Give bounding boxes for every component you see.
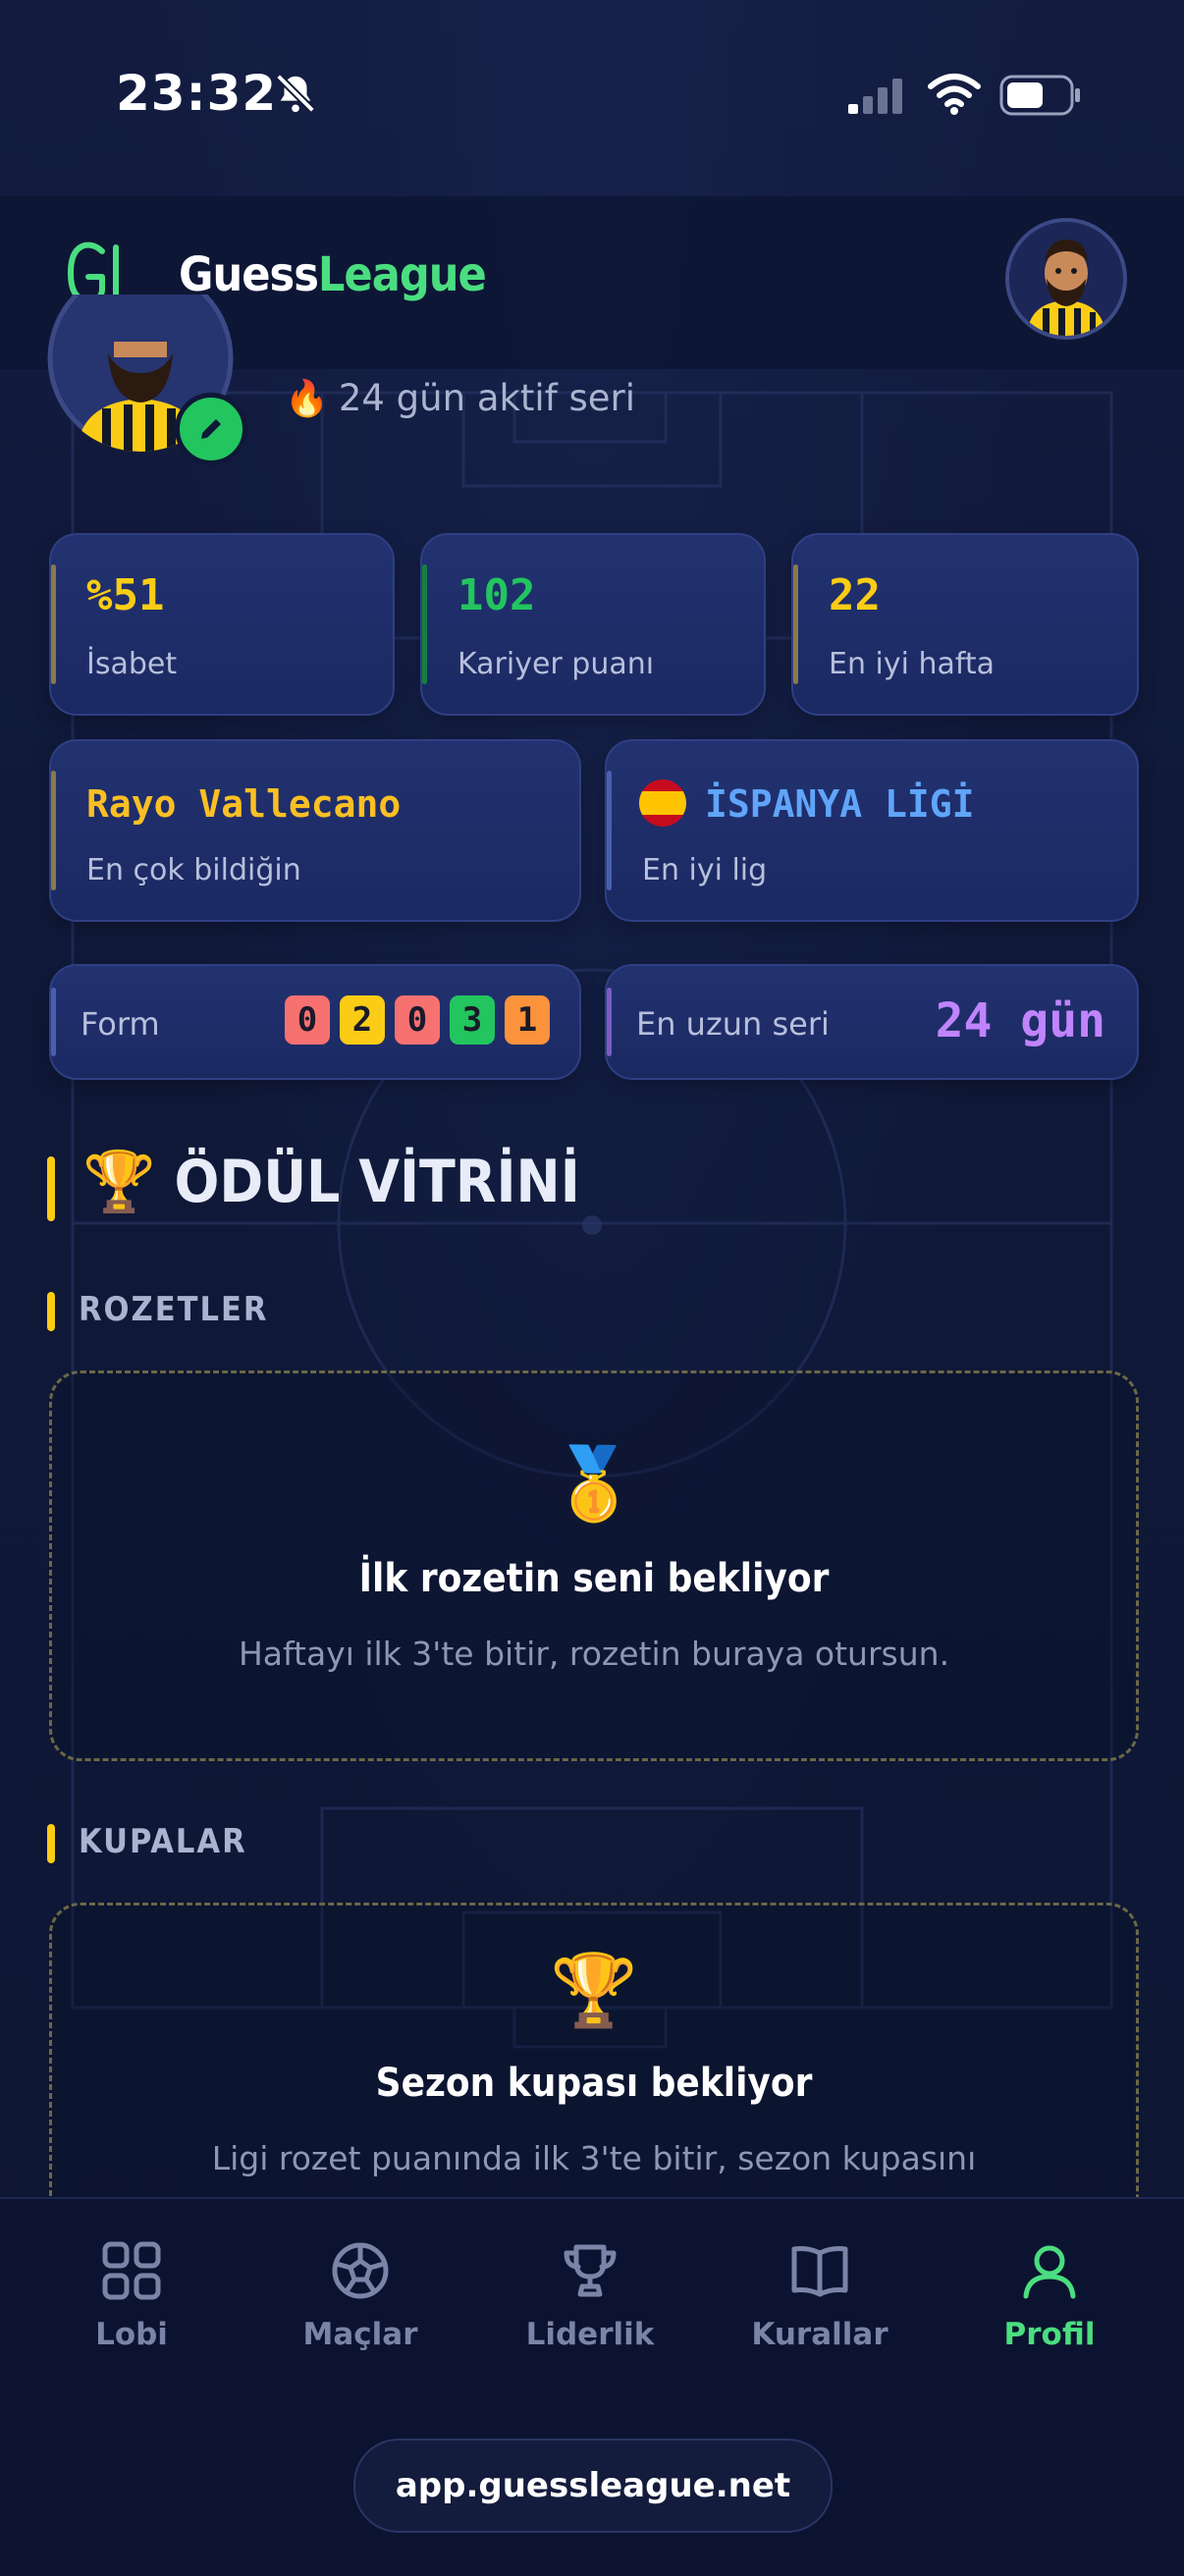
nav-label: Kurallar	[751, 2317, 888, 2352]
trophies-empty-desc: Ligi rozet puanında ilk 3'te bitir, sezo…	[211, 2139, 977, 2177]
brand-league: League	[317, 247, 487, 302]
form-card: Form 02031	[49, 964, 581, 1080]
form-result-chip: 0	[395, 995, 440, 1045]
best-team-label: En çok bildiğin	[86, 853, 301, 887]
card-accent	[51, 771, 56, 890]
spain-flag-icon	[639, 779, 686, 827]
book-icon	[791, 2246, 848, 2297]
stat-label: İsabet	[86, 647, 178, 681]
stat-label: Kariyer puanı	[457, 647, 655, 681]
bell-muted-icon	[276, 74, 315, 113]
best-team-value: Rayo Vallecano	[86, 782, 402, 826]
longest-streak-value: 24 gün	[935, 993, 1105, 1048]
card-accent	[51, 988, 56, 1056]
best-team-card: Rayo Vallecano En çok bildiğin	[49, 739, 581, 922]
best-league-value: İSPANYA LİGİ	[705, 782, 975, 826]
nav-item-lobi[interactable]: Lobi	[58, 2236, 205, 2352]
stat-value: %51	[86, 570, 165, 620]
grid-icon	[102, 2241, 161, 2300]
nav-label: Profil	[1003, 2317, 1096, 2352]
football-icon	[332, 2242, 389, 2299]
stat-value: 102	[457, 570, 536, 620]
status-time: 23:32	[116, 65, 278, 122]
fire-icon: 🔥	[285, 379, 329, 419]
nav-label: Liderlik	[525, 2317, 655, 2352]
best-league-card: İSPANYA LİGİ En iyi lig	[605, 739, 1139, 922]
best-league-label: En iyi lig	[642, 853, 768, 887]
card-accent	[422, 564, 427, 684]
medal-icon: 🥇	[550, 1442, 638, 1525]
badges-empty-desc: Haftayı ilk 3'te bitir, rozetin buraya o…	[238, 1635, 950, 1673]
avatar-illustration	[1009, 222, 1123, 336]
edit-avatar-button[interactable]	[175, 393, 247, 465]
trophy-icon: 🏆	[82, 1148, 156, 1216]
stat-label: En iyi hafta	[829, 647, 996, 681]
streak-text: 24 gün aktif seri	[338, 377, 636, 419]
trophy-outline-icon	[564, 2244, 617, 2297]
form-result-chip: 0	[285, 995, 330, 1045]
nav-item-kurallar[interactable]: Kurallar	[746, 2236, 893, 2352]
badges-empty-state: 🥇 İlk rozetin seni bekliyor Haftayı ilk …	[49, 1370, 1139, 1761]
longest-streak-card: En uzun seri 24 gün	[605, 964, 1139, 1080]
stat-card-best-week: 22 En iyi hafta	[791, 533, 1139, 716]
card-accent	[607, 771, 612, 890]
nav-label: Lobi	[95, 2317, 168, 2352]
wifi-icon	[928, 74, 981, 115]
stat-value: 22	[829, 570, 881, 620]
nav-item-liderlik[interactable]: Liderlik	[516, 2236, 664, 2352]
showcase-title-text: ÖDÜL VİTRİNİ	[174, 1148, 580, 1216]
longest-streak-label: En uzun seri	[636, 1005, 830, 1043]
form-result-chip: 1	[505, 995, 550, 1045]
form-results: 02031	[275, 995, 550, 1045]
stat-card-career-points: 102 Kariyer puanı	[420, 533, 766, 716]
nav-item-profil[interactable]: Profil	[976, 2236, 1123, 2352]
subsection-accent-bar	[47, 1292, 55, 1331]
active-streak: 🔥 24 gün aktif seri	[285, 377, 635, 419]
form-result-chip: 2	[340, 995, 385, 1045]
form-label: Form	[81, 1005, 160, 1043]
stat-card-accuracy: %51 İsabet	[49, 533, 395, 716]
subsection-accent-bar	[47, 1824, 55, 1863]
card-accent	[607, 988, 612, 1056]
section-accent-bar	[47, 1156, 55, 1221]
showcase-title: 🏆 ÖDÜL VİTRİNİ	[82, 1147, 580, 1216]
trophy-cup-icon: 🏆	[550, 1949, 638, 2031]
trophies-empty-title: Sezon kupası bekliyor	[375, 2061, 813, 2106]
status-bar: 23:32	[0, 0, 1184, 196]
form-result-chip: 3	[450, 995, 495, 1045]
nav-item-maclar[interactable]: Maçlar	[287, 2236, 434, 2352]
cell-signal-icon	[848, 79, 902, 114]
browser-url-bar[interactable]: app.guessleague.net	[353, 2439, 833, 2533]
header-avatar[interactable]	[1005, 218, 1127, 340]
card-accent	[51, 564, 56, 684]
battery-icon	[999, 75, 1080, 116]
trophies-heading: KUPALAR	[79, 1822, 247, 1861]
pencil-icon	[201, 419, 221, 439]
user-icon	[1023, 2245, 1076, 2299]
nav-label: Maçlar	[302, 2317, 418, 2352]
card-accent	[793, 564, 798, 684]
badges-heading: ROZETLER	[79, 1290, 269, 1329]
badges-empty-title: İlk rozetin seni bekliyor	[358, 1556, 830, 1601]
